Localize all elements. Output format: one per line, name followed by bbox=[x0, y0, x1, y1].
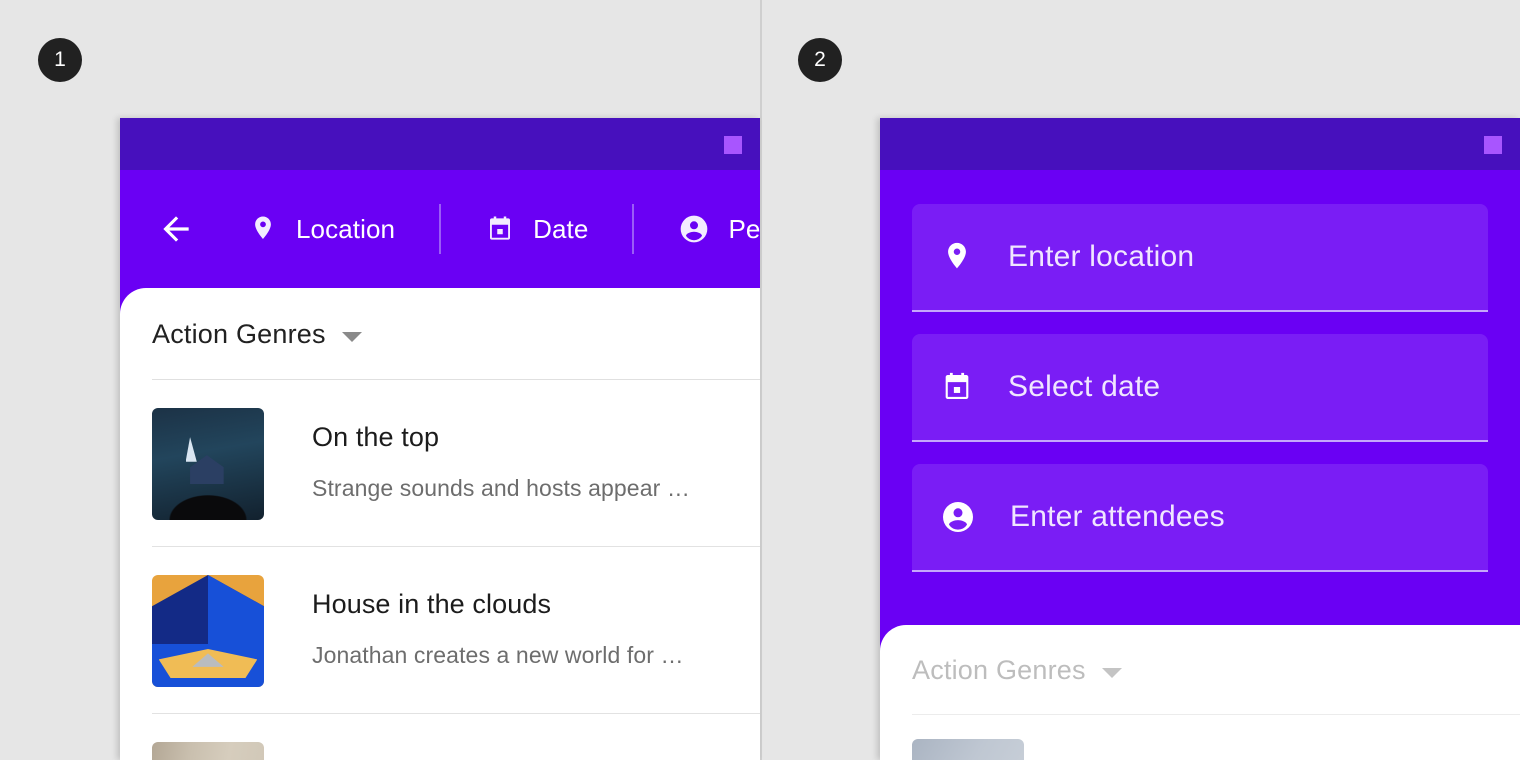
frame-divider bbox=[760, 0, 762, 760]
person-icon bbox=[940, 499, 976, 535]
step-badge-1-number: 1 bbox=[54, 48, 66, 71]
list-item-subtitle: Jonathan creates a new world for … bbox=[312, 642, 684, 669]
list-item-title: House in the clouds bbox=[312, 589, 684, 620]
list-item-thumbnail bbox=[152, 408, 264, 520]
chip-date-label: Date bbox=[533, 214, 588, 245]
status-indicator-square bbox=[1484, 136, 1502, 154]
attendees-field-label: Enter attendees bbox=[1010, 500, 1225, 534]
genre-selector-label: Action Genres bbox=[152, 319, 326, 350]
list-item[interactable]: House in the clouds Jonathan creates a n… bbox=[152, 547, 760, 713]
location-field-label: Enter location bbox=[1008, 240, 1194, 274]
list-item-thumbnail-placeholder bbox=[912, 739, 1024, 760]
arrow-back-icon bbox=[157, 210, 195, 248]
list-item-title: On the top bbox=[312, 422, 690, 453]
chip-location[interactable]: Location bbox=[248, 214, 395, 245]
list-item-thumbnail bbox=[152, 742, 264, 760]
location-pin-icon bbox=[940, 240, 974, 274]
step-badge-2-number: 2 bbox=[814, 48, 826, 71]
genre-selector[interactable]: Action Genres bbox=[120, 288, 760, 379]
header-divider bbox=[912, 714, 1520, 715]
chevron-down-icon bbox=[342, 332, 362, 342]
chip-person-label: Pers bbox=[728, 214, 760, 245]
date-field[interactable]: Select date bbox=[912, 334, 1488, 442]
movie-list: On the top Strange sounds and hosts appe… bbox=[120, 380, 760, 760]
list-item-text: On the top Strange sounds and hosts appe… bbox=[312, 408, 690, 502]
date-field-label: Select date bbox=[1008, 370, 1160, 404]
list-item-thumbnail bbox=[152, 575, 264, 687]
step-badge-1: 1 bbox=[38, 38, 82, 82]
attendees-field[interactable]: Enter attendees bbox=[912, 464, 1488, 572]
step-badge-2: 2 bbox=[798, 38, 842, 82]
back-button[interactable] bbox=[156, 209, 196, 249]
chip-date[interactable]: Date bbox=[485, 214, 588, 245]
content-sheet: Action Genres On the top Strange sounds … bbox=[120, 288, 760, 760]
content-sheet-dimmed: Action Genres bbox=[880, 625, 1520, 760]
calendar-icon bbox=[940, 370, 974, 404]
genre-selector-dimmed[interactable]: Action Genres bbox=[880, 625, 1520, 714]
app-bar: Location Date Pers bbox=[120, 170, 760, 288]
status-bar-1 bbox=[120, 118, 760, 170]
appbar-divider bbox=[439, 204, 441, 254]
list-item-subtitle: Strange sounds and hosts appear … bbox=[312, 475, 690, 502]
chip-person[interactable]: Pers bbox=[678, 213, 760, 245]
phone-panel-2: Enter location Select date Enter attende… bbox=[880, 118, 1520, 760]
list-item-text: Holding on bbox=[312, 742, 442, 760]
screenshot-canvas: 1 Location bbox=[0, 0, 1520, 760]
location-pin-icon bbox=[248, 214, 278, 244]
genre-selector-label: Action Genres bbox=[912, 655, 1086, 686]
appbar-divider bbox=[632, 204, 634, 254]
calendar-icon bbox=[485, 214, 515, 244]
list-item[interactable]: Holding on bbox=[152, 714, 760, 760]
chip-location-label: Location bbox=[296, 214, 395, 245]
chevron-down-icon bbox=[1102, 668, 1122, 678]
phone-panel-1: Location Date Pers bbox=[120, 118, 760, 760]
location-field[interactable]: Enter location bbox=[912, 204, 1488, 312]
list-item[interactable]: On the top Strange sounds and hosts appe… bbox=[152, 380, 760, 546]
status-bar-2 bbox=[880, 118, 1520, 170]
search-form: Enter location Select date Enter attende… bbox=[880, 170, 1520, 625]
list-item-title: Holding on bbox=[312, 756, 442, 760]
status-indicator-square bbox=[724, 136, 742, 154]
list-item-text: House in the clouds Jonathan creates a n… bbox=[312, 575, 684, 669]
person-icon bbox=[678, 213, 710, 245]
